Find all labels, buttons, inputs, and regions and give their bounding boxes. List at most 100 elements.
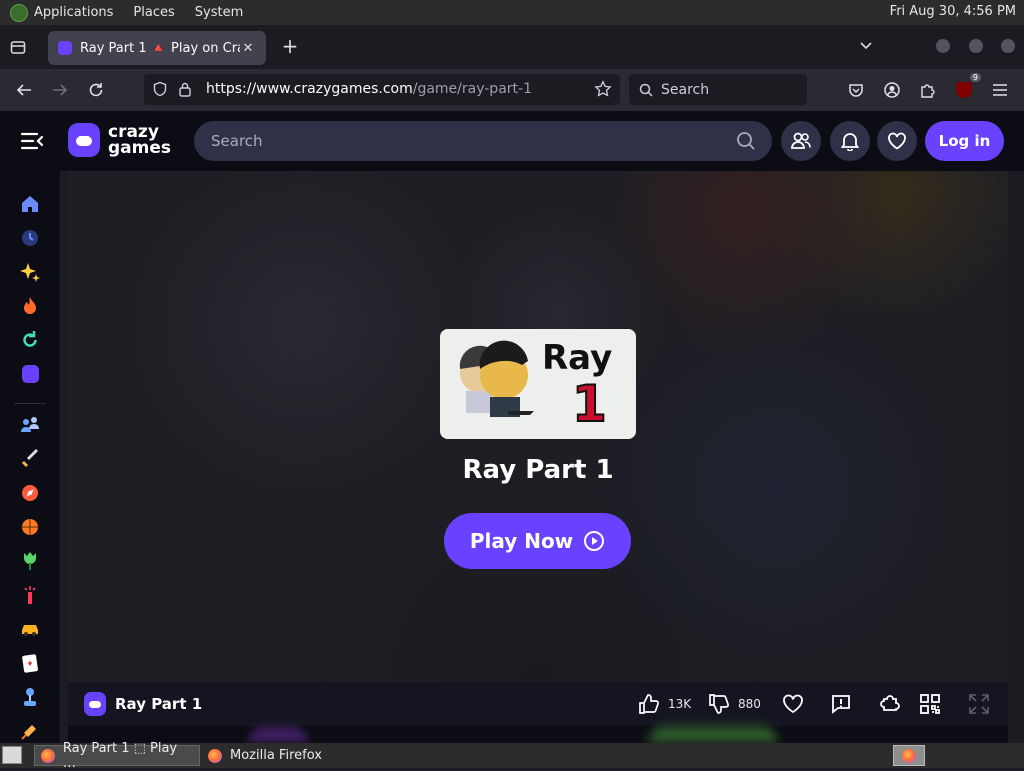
- show-desktop-icon[interactable]: [2, 746, 22, 764]
- embed-button[interactable]: [879, 692, 901, 716]
- menu-applications[interactable]: Applications: [34, 5, 113, 20]
- flame-icon: [24, 297, 36, 314]
- category-sidebar: [0, 171, 61, 743]
- crazygames-logo-icon: [68, 123, 100, 157]
- sidebar-item-multiplayer[interactable]: [20, 415, 40, 435]
- sidebar-item-originals[interactable]: [20, 364, 40, 384]
- tab-overview-button[interactable]: [0, 25, 36, 69]
- sidebar-item-adventure[interactable]: [20, 483, 40, 503]
- sidebar-item-card[interactable]: [20, 653, 40, 673]
- browser-search-placeholder: Search: [661, 81, 710, 98]
- menu-collapse-icon: [20, 132, 44, 150]
- sidebar-item-action[interactable]: [20, 449, 40, 469]
- sidebar-item-shooting[interactable]: [20, 721, 40, 741]
- game-thumbnail-art: Ray 1: [440, 329, 636, 439]
- system-top-panel: Applications Places System Fri Aug 30, 4…: [0, 0, 1024, 25]
- app-menu-button[interactable]: [989, 79, 1011, 101]
- site-search-input[interactable]: Search: [194, 121, 772, 161]
- multiplayer-icon: [21, 417, 39, 432]
- favorites-button[interactable]: [877, 121, 917, 161]
- thumbs-up-icon: [639, 694, 659, 714]
- report-flag-icon: [832, 695, 850, 714]
- lock-icon[interactable]: [178, 81, 192, 97]
- friends-button[interactable]: [781, 121, 821, 161]
- pocket-button[interactable]: [845, 79, 867, 101]
- sidebar-item-driving[interactable]: [20, 619, 40, 639]
- site-search-placeholder: Search: [211, 132, 263, 150]
- basketball-icon: [22, 519, 38, 535]
- like-button[interactable]: 13K: [638, 692, 691, 716]
- url-text: https://www.crazygames.com/game/ray-part…: [206, 81, 532, 97]
- qr-code-icon: [920, 694, 940, 714]
- sidebar-item-trending[interactable]: [20, 296, 40, 316]
- sidebar-item-recent[interactable]: [20, 228, 40, 248]
- sidebar-item-new[interactable]: [20, 262, 40, 282]
- game-preview-area[interactable]: Ray 1 Ray Part 1 Play Now: [68, 171, 1008, 682]
- list-all-tabs-button[interactable]: [858, 37, 874, 57]
- sidebar-item-controller[interactable]: [20, 687, 40, 707]
- taskbar-item-label: Ray Part 1 ⬚ Play …: [62, 740, 178, 771]
- extension-badge: 9: [969, 73, 981, 82]
- notifications-button[interactable]: [830, 121, 870, 161]
- dislike-button[interactable]: 880: [708, 692, 761, 716]
- login-button[interactable]: Log in: [925, 121, 1004, 161]
- tab-close-icon[interactable]: ✕: [240, 41, 256, 56]
- dislike-count: 880: [738, 697, 761, 711]
- sidebar-item-updated[interactable]: [20, 330, 40, 350]
- fullscreen-icon: [969, 694, 989, 714]
- reload-button[interactable]: [85, 79, 107, 101]
- play-now-label: Play Now: [469, 529, 574, 553]
- sidebar-item-home[interactable]: [20, 194, 40, 214]
- browser-tab-active[interactable]: Ray Part 1 🔺 Play on CrazyGames ✕: [48, 31, 266, 65]
- crazygames-favicon-icon: [58, 41, 72, 55]
- window-maximize-button[interactable]: [969, 39, 983, 53]
- new-tab-button[interactable]: +: [278, 35, 302, 59]
- firefox-icon: [902, 748, 916, 763]
- search-icon: [639, 83, 653, 97]
- url-bar[interactable]: https://www.crazygames.com/game/ray-part…: [144, 74, 620, 105]
- tracking-protection-shield-icon[interactable]: [152, 81, 168, 97]
- menu-system[interactable]: System: [195, 5, 243, 20]
- play-now-button[interactable]: Play Now: [444, 513, 631, 569]
- qr-code-button[interactable]: [919, 692, 941, 716]
- bookmark-star-icon[interactable]: [594, 80, 612, 98]
- sidebar-toggle-button[interactable]: [20, 131, 44, 151]
- forward-button[interactable]: [49, 79, 71, 101]
- back-button[interactable]: [13, 79, 35, 101]
- crazygames-small-logo-icon: [84, 692, 106, 716]
- clicker-icon: [24, 586, 36, 604]
- extensions-button[interactable]: [917, 79, 939, 101]
- updated-icon: [23, 331, 37, 347]
- friends-icon: [791, 132, 811, 149]
- ublock-extension-button[interactable]: 9: [953, 73, 981, 101]
- window-close-button[interactable]: [1001, 39, 1015, 53]
- url-host: https://www.crazygames.com: [206, 81, 413, 97]
- report-button[interactable]: [830, 692, 852, 716]
- sidebar-divider: [14, 403, 46, 404]
- next-row-thumbnail: [248, 726, 308, 743]
- taskbar-item-firefox-game[interactable]: Ray Part 1 ⬚ Play …: [34, 741, 200, 771]
- tulip-icon: [24, 552, 36, 570]
- menu-places[interactable]: Places: [133, 5, 174, 20]
- fullscreen-button[interactable]: [968, 692, 990, 716]
- account-button[interactable]: [881, 79, 903, 101]
- compass-icon: [22, 485, 38, 501]
- heart-icon: [783, 694, 803, 714]
- game-action-bar: Ray Part 1 13K 880: [68, 682, 1008, 726]
- favorite-game-button[interactable]: [782, 692, 804, 716]
- arrow-left-icon: [16, 84, 31, 96]
- arrow-right-icon: [53, 84, 68, 96]
- pocket-icon: [849, 84, 863, 97]
- game-title: Ray Part 1: [462, 455, 614, 485]
- sidebar-item-casual[interactable]: [20, 551, 40, 571]
- window-minimize-button[interactable]: [936, 39, 950, 53]
- tray-firefox-icon[interactable]: [893, 745, 925, 766]
- applications-logo-icon[interactable]: [10, 3, 28, 22]
- clock[interactable]: Fri Aug 30, 4:56 PM: [890, 4, 1016, 19]
- crazygames-logo[interactable]: crazy games: [68, 123, 171, 157]
- sidebar-item-basketball[interactable]: [20, 517, 40, 537]
- taskbar-item-firefox[interactable]: Mozilla Firefox: [202, 745, 328, 766]
- browser-search-bar[interactable]: Search: [629, 74, 807, 105]
- sidebar-item-clicker[interactable]: [20, 585, 40, 605]
- tab-title: Ray Part 1 🔺 Play on CrazyGames: [80, 40, 240, 56]
